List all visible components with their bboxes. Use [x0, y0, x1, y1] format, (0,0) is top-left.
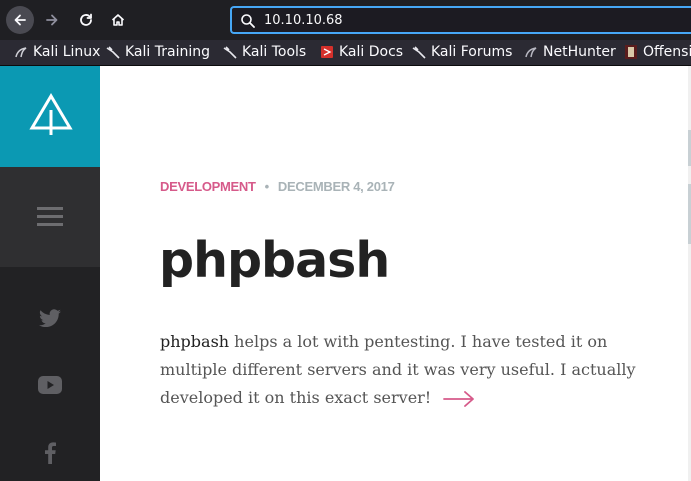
read-more-arrow-icon[interactable]: [443, 390, 475, 407]
browser-toolbar: 10.10.10.68: [0, 0, 691, 40]
logo-icon: [29, 93, 73, 135]
kali-docs-icon: [321, 46, 333, 58]
social-links: [0, 267, 100, 481]
post-content: DEVELOPMENT • DECEMBER 4, 2017 phpbash php…: [100, 66, 691, 481]
bookmark-label: Kali Forums: [431, 44, 513, 60]
youtube-icon[interactable]: [38, 376, 62, 394]
bookmark-offensive[interactable]: Offensi: [624, 44, 691, 60]
meta-separator: •: [264, 179, 270, 194]
url-bar[interactable]: 10.10.10.68: [230, 6, 691, 34]
post-title[interactable]: phpbash: [159, 232, 390, 289]
post-excerpt: phpbash helps a lot with pentesting. I h…: [160, 328, 640, 412]
kali-dragon-icon: [106, 46, 120, 59]
bookmark-kali-training[interactable]: Kali Training: [106, 44, 210, 60]
bookmark-kali-tools[interactable]: Kali Tools: [223, 44, 306, 60]
forward-button[interactable]: [38, 6, 66, 34]
twitter-icon[interactable]: [38, 309, 62, 329]
bookmark-label: Kali Tools: [242, 44, 307, 60]
bookmark-kali-docs[interactable]: Kali Docs: [320, 44, 403, 60]
back-arrow-icon: [14, 14, 26, 26]
offsec-icon: [625, 45, 637, 59]
home-button[interactable]: [104, 6, 132, 34]
facebook-icon[interactable]: [44, 442, 56, 464]
home-icon: [111, 14, 125, 26]
forward-arrow-icon: [46, 14, 58, 26]
nethunter-icon: [525, 47, 537, 58]
bookmark-kali-forums[interactable]: Kali Forums: [412, 44, 512, 60]
bookmarks-toolbar: Kali Linux Kali Training Kali Tools Kali…: [0, 40, 691, 66]
back-button[interactable]: [6, 6, 34, 34]
excerpt-text: helps a lot with pentesting. I have test…: [160, 332, 636, 407]
url-text: 10.10.10.68: [264, 13, 343, 28]
bookmark-label: Kali Training: [125, 44, 210, 60]
kali-dragon-icon: [223, 46, 237, 59]
kali-dragon-icon: [412, 46, 426, 59]
reload-icon: [80, 13, 92, 26]
hamburger-icon: [37, 207, 63, 226]
post-date[interactable]: DECEMBER 4, 2017: [278, 179, 395, 194]
site-logo[interactable]: [0, 66, 100, 167]
bookmark-kali-linux[interactable]: Kali Linux: [14, 44, 100, 60]
reload-button[interactable]: [72, 6, 100, 34]
bookmark-nethunter[interactable]: NetHunter: [524, 44, 616, 60]
bookmark-label: Kali Docs: [339, 44, 404, 60]
excerpt-strong: phpbash: [160, 332, 230, 351]
kali-icon: [15, 47, 27, 58]
post-category[interactable]: DEVELOPMENT: [160, 179, 256, 194]
search-icon: [241, 14, 255, 28]
post-meta: DEVELOPMENT • DECEMBER 4, 2017: [160, 179, 395, 194]
bookmark-label: Offensi: [643, 44, 691, 60]
bookmark-label: Kali Linux: [33, 44, 101, 60]
menu-toggle[interactable]: [0, 167, 100, 267]
bookmark-label: NetHunter: [543, 44, 616, 60]
